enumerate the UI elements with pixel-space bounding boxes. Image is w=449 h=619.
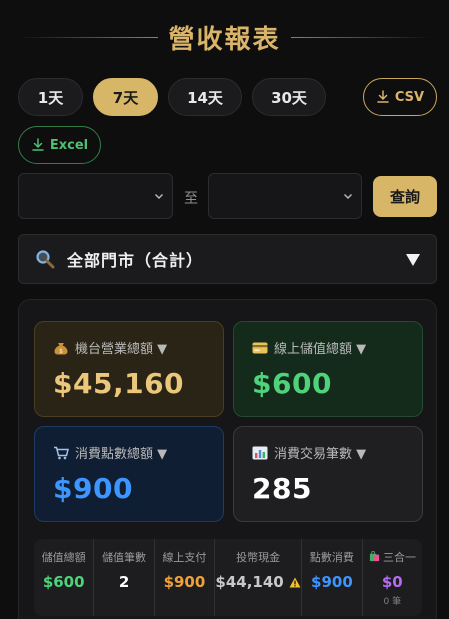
machine-revenue-value: $45,160: [53, 367, 185, 400]
stat-three-in-one: 三合一 $0 0 筆: [363, 539, 422, 616]
export-excel-button[interactable]: Excel: [18, 126, 101, 164]
stat-label: 點數消費: [309, 551, 354, 564]
cart-icon: [54, 446, 69, 459]
stat-value: $600: [42, 573, 85, 591]
stat-points-spend: 點數消費 $900: [302, 539, 363, 616]
stat-value: 2: [118, 573, 130, 591]
store-filter-dropdown[interactable]: 全部門市（合計）: [18, 234, 437, 284]
warning-icon: [289, 577, 301, 588]
machine-revenue-label: 機台營業總額 ▼: [75, 342, 168, 357]
stat-label: 投幣現金: [236, 551, 281, 564]
stat-value: $44,140: [215, 573, 284, 591]
header: 營收報表: [0, 0, 449, 78]
stats-row: 儲值總額 $600 儲值筆數 2 線上支付 $900 投幣現金 $44,140 …: [34, 539, 422, 616]
date-range-separator: 至: [184, 191, 198, 207]
search-icon: [36, 250, 55, 269]
page-title: 營收報表: [168, 24, 281, 55]
stat-subvalue: 0 筆: [383, 597, 402, 607]
machine-revenue-caption: $ 機台營業總額 ▼: [53, 338, 205, 357]
stat-topup-total: 儲值總額 $600: [34, 539, 95, 616]
online-topup-label: 線上儲值總額 ▼: [274, 342, 367, 357]
range-1day-button[interactable]: 1天: [18, 78, 83, 116]
start-date-select[interactable]: [18, 173, 173, 219]
points-consumed-label: 消費點數總額 ▼: [75, 447, 168, 462]
caret-down-icon: [406, 254, 420, 266]
svg-text:$: $: [59, 348, 63, 355]
online-topup-caption: 線上儲值總額 ▼: [252, 338, 404, 357]
transactions-label: 消費交易筆數 ▼: [274, 447, 367, 462]
online-topup-card[interactable]: 線上儲值總額 ▼ $600: [233, 321, 423, 417]
summary-panel: $ 機台營業總額 ▼ $45,160 線上儲值總額 ▼ $600 消費點數總額 …: [18, 299, 437, 619]
stat-label: 儲值總額: [41, 551, 86, 564]
export-excel-label: Excel: [49, 137, 89, 153]
export-csv-label: CSV: [394, 89, 425, 105]
range-30day-button[interactable]: 30天: [252, 78, 326, 116]
store-filter-label: 全部門市（合計）: [67, 251, 204, 270]
money-bag-icon: $: [54, 342, 68, 355]
transactions-value: 285: [252, 472, 312, 505]
machine-revenue-card[interactable]: $ 機台營業總額 ▼ $45,160: [34, 321, 224, 417]
stat-value: $0: [381, 573, 403, 591]
points-consumed-value: $900: [53, 472, 133, 505]
points-consumed-card[interactable]: 消費點數總額 ▼ $900: [34, 426, 224, 522]
header-divider-right: [291, 37, 431, 38]
query-button[interactable]: 查詢: [373, 176, 437, 217]
stat-value: $900: [163, 573, 206, 591]
stat-online-payment: 線上支付 $900: [155, 539, 216, 616]
transactions-card[interactable]: 消費交易筆數 ▼ 285: [233, 426, 423, 522]
chevron-down-icon: [344, 194, 352, 199]
stat-topup-count: 儲值筆數 2: [94, 539, 155, 616]
credit-card-icon: [252, 342, 268, 353]
points-consumed-caption: 消費點數總額 ▼: [53, 443, 205, 462]
download-icon: [32, 138, 44, 151]
range-7day-button[interactable]: 7天: [93, 78, 158, 116]
stat-label: 三合一: [383, 551, 417, 564]
stat-coin-cash: 投幣現金 $44,140: [215, 539, 303, 616]
download-icon: [377, 90, 389, 103]
shopping-bag-icon: [369, 550, 379, 562]
chevron-down-icon: [155, 194, 163, 199]
range-14day-button[interactable]: 14天: [168, 78, 242, 116]
stat-label-wrap: 三合一: [369, 549, 417, 565]
bar-chart-icon: [252, 446, 268, 459]
stat-label: 線上支付: [162, 551, 207, 564]
stat-label: 儲值筆數: [102, 551, 147, 564]
stat-value-wrap: $44,140: [215, 573, 301, 591]
end-date-select[interactable]: [208, 173, 362, 219]
export-csv-button[interactable]: CSV: [363, 78, 437, 116]
stat-value: $900: [311, 573, 353, 591]
online-topup-value: $600: [252, 367, 332, 400]
transactions-caption: 消費交易筆數 ▼: [252, 443, 404, 462]
header-divider-left: [18, 37, 158, 38]
